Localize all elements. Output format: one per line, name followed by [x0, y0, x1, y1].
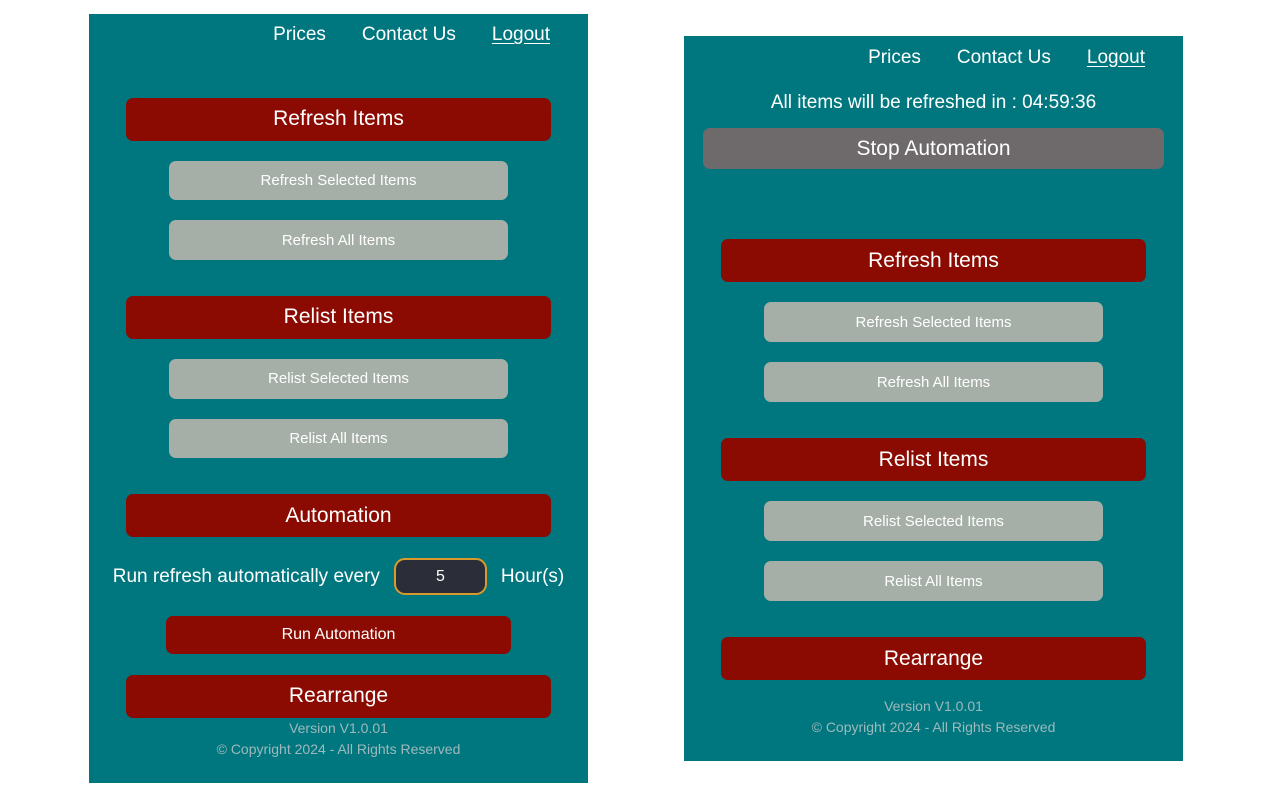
- automation-interval-input[interactable]: [393, 558, 487, 596]
- refresh-countdown-text: All items will be refreshed in : 04:59:3…: [770, 92, 1097, 113]
- automation-header-button[interactable]: Automation: [126, 494, 551, 538]
- refresh-items-header-button[interactable]: Refresh Items: [126, 97, 551, 141]
- relist-selected-items-button[interactable]: Relist Selected Items: [169, 358, 508, 399]
- refresh-items-header-button[interactable]: Refresh Items: [721, 239, 1146, 282]
- automation-interval-label-before: Run refresh automatically every: [112, 565, 380, 587]
- app-panel-idle: Prices Contact Us Logout Refresh Items R…: [89, 14, 588, 783]
- rearrange-button[interactable]: Rearrange: [721, 637, 1146, 680]
- relist-all-items-button[interactable]: Relist All Items: [169, 418, 508, 459]
- app-panel-automation-running: Prices Contact Us Logout All items will …: [684, 36, 1183, 761]
- nav-link-contact-us[interactable]: Contact Us: [957, 48, 1051, 67]
- footer-copyright: © Copyright 2024 - All Rights Reserved: [216, 741, 461, 758]
- automation-interval-row: Run refresh automatically every Hour(s): [89, 558, 588, 596]
- refresh-selected-items-button[interactable]: Refresh Selected Items: [764, 302, 1103, 342]
- footer-version: Version V1.0.01: [289, 719, 388, 736]
- relist-items-header-button[interactable]: Relist Items: [126, 296, 551, 339]
- rearrange-button[interactable]: Rearrange: [126, 674, 551, 718]
- relist-items-header-button[interactable]: Relist Items: [721, 438, 1146, 481]
- nav-link-prices[interactable]: Prices: [273, 25, 326, 44]
- nav-link-logout[interactable]: Logout: [492, 25, 550, 44]
- nav-link-contact-us[interactable]: Contact Us: [362, 25, 456, 44]
- run-automation-button[interactable]: Run Automation: [166, 616, 511, 654]
- footer: Version V1.0.01 © Copyright 2024 - All R…: [684, 696, 1183, 761]
- refresh-selected-items-button[interactable]: Refresh Selected Items: [169, 160, 508, 201]
- top-navigation: Prices Contact Us Logout: [89, 14, 588, 48]
- nav-link-logout[interactable]: Logout: [1087, 48, 1145, 67]
- relist-all-items-button[interactable]: Relist All Items: [764, 561, 1103, 601]
- refresh-all-items-button[interactable]: Refresh All Items: [169, 220, 508, 261]
- footer: Version V1.0.01 © Copyright 2024 - All R…: [89, 718, 588, 783]
- footer-version: Version V1.0.01: [884, 697, 983, 714]
- footer-copyright: © Copyright 2024 - All Rights Reserved: [811, 719, 1056, 736]
- screenshot-stage: Prices Contact Us Logout Refresh Items R…: [0, 0, 1280, 800]
- refresh-all-items-button[interactable]: Refresh All Items: [764, 362, 1103, 402]
- nav-link-prices[interactable]: Prices: [868, 48, 921, 67]
- top-navigation: Prices Contact Us Logout: [684, 36, 1183, 70]
- stop-automation-button[interactable]: Stop Automation: [703, 128, 1164, 169]
- relist-selected-items-button[interactable]: Relist Selected Items: [764, 501, 1103, 541]
- automation-interval-label-after: Hour(s): [500, 565, 565, 587]
